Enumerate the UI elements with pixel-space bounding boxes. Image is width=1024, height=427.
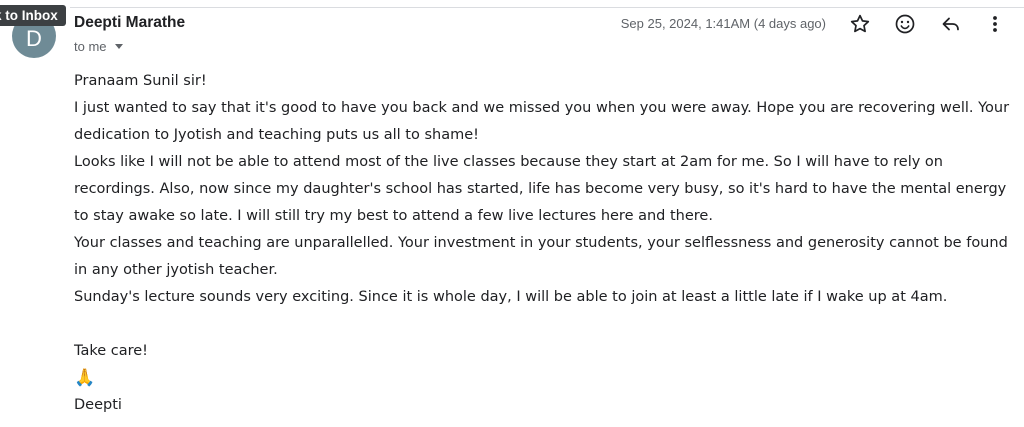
closing-text: Take care!: [74, 343, 148, 359]
folded-hands-emoji: 🙏: [74, 368, 96, 388]
back-to-inbox-tooltip: k to Inbox: [0, 5, 66, 26]
recipient-label: to me: [74, 39, 107, 54]
body-paragraph: I just wanted to say that it's good to h…: [74, 100, 1010, 143]
header-divider: [70, 7, 1024, 8]
add-reaction-icon[interactable]: [893, 12, 917, 36]
chevron-down-icon: [114, 44, 123, 49]
star-icon[interactable]: [848, 12, 872, 36]
signature-text: Deepti: [74, 397, 122, 413]
body-paragraph: Sunday's lecture sounds very exciting. S…: [74, 289, 948, 305]
message-body: Pranaam Sunil sir! I just wanted to say …: [74, 68, 1019, 419]
sender-name[interactable]: Deepti Marathe: [74, 14, 185, 32]
reply-icon[interactable]: [939, 12, 963, 36]
body-paragraph: Your classes and teaching are unparallel…: [74, 235, 1008, 278]
body-paragraph: Looks like I will not be able to attend …: [74, 154, 1007, 224]
more-vert-icon[interactable]: [983, 12, 1007, 36]
greeting-text: Pranaam Sunil sir!: [74, 73, 207, 89]
recipient-details-toggle[interactable]: to me: [74, 39, 123, 54]
message-date[interactable]: Sep 25, 2024, 1:41AM (4 days ago): [621, 16, 826, 31]
